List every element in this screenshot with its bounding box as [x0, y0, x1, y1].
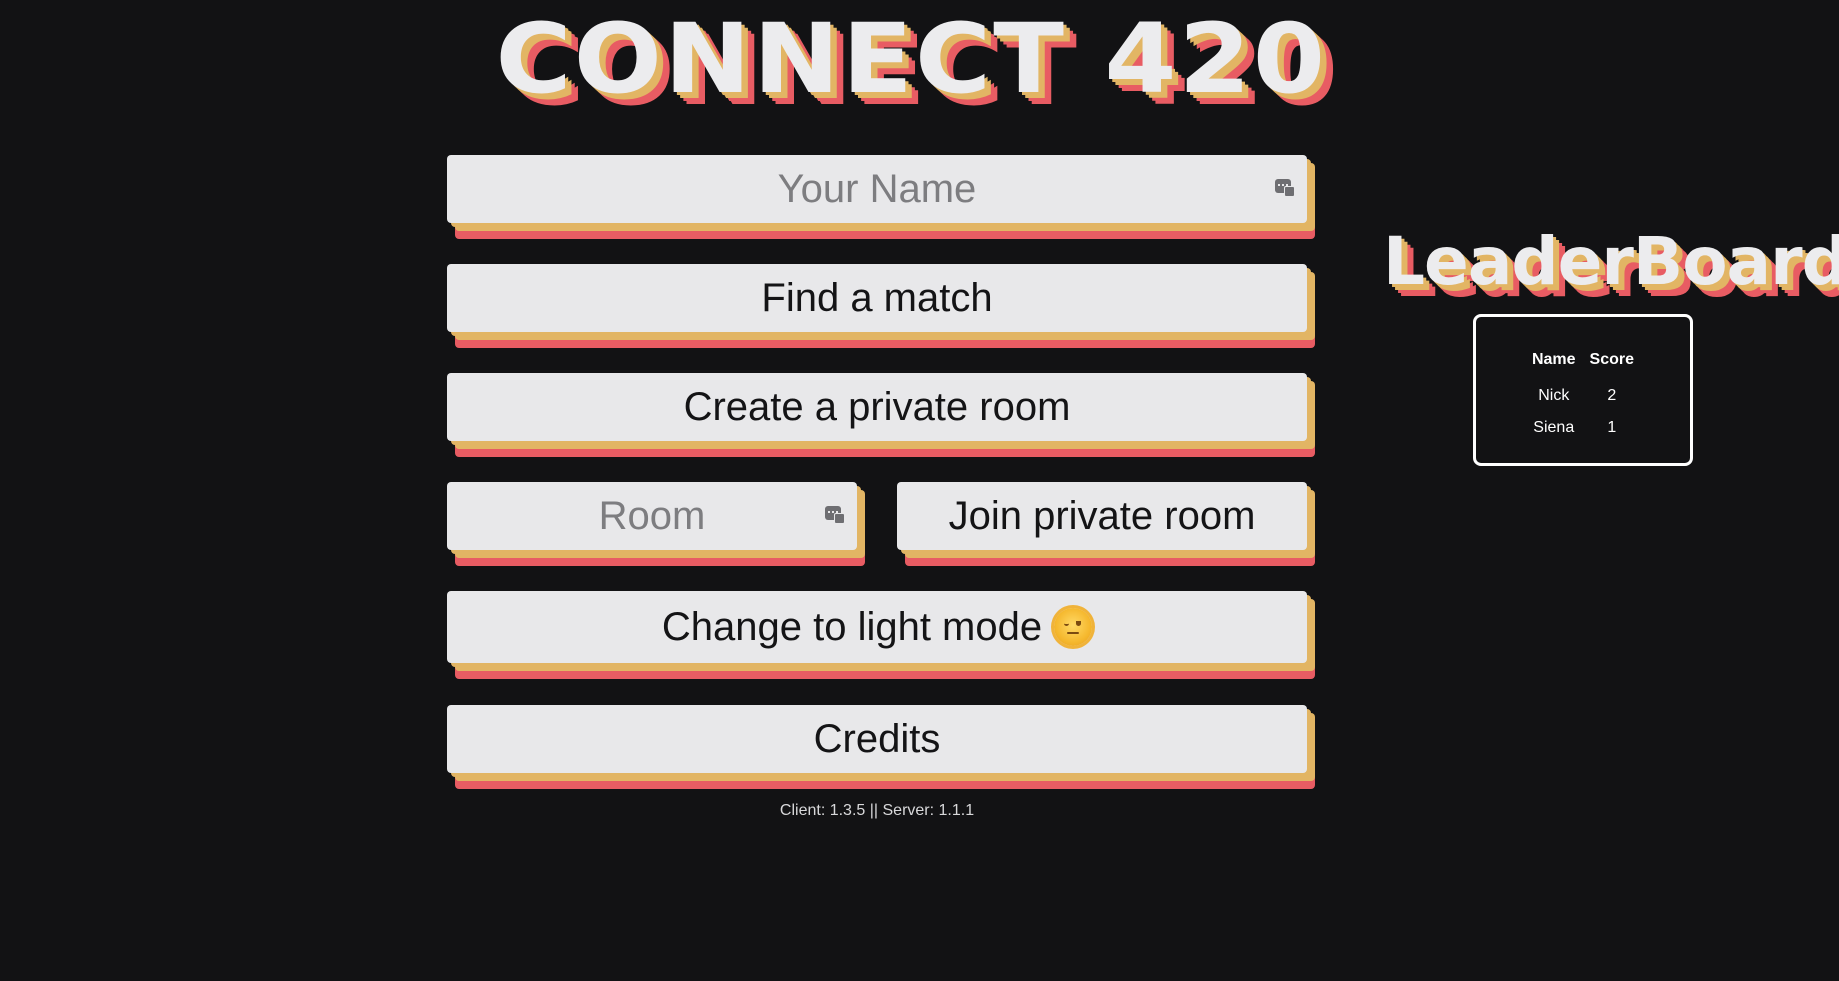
- sun-face-icon: [1054, 608, 1093, 646]
- name-input[interactable]: [447, 155, 1307, 223]
- credits-button[interactable]: Credits: [447, 705, 1307, 773]
- room-input[interactable]: [447, 482, 857, 550]
- create-private-room-button[interactable]: Create a private room: [447, 373, 1307, 441]
- light-mode-label: Change to light mode: [661, 604, 1043, 649]
- leaderboard-player-name: Siena: [1533, 419, 1575, 436]
- leaderboard-player-score: 1: [1607, 419, 1617, 436]
- leaderboard-header-row: Name Score: [1525, 348, 1641, 380]
- leaderboard-table: Name Score Nick 2 Siena 1: [1525, 348, 1641, 444]
- leaderboard-player-score: 2: [1607, 387, 1617, 404]
- light-mode-button[interactable]: Change to light mode: [447, 591, 1307, 663]
- leaderboard-row: Siena 1: [1525, 412, 1641, 444]
- join-private-room-button[interactable]: Join private room: [897, 482, 1307, 550]
- leaderboard-row: Nick 2: [1525, 380, 1641, 412]
- password-manager-icon[interactable]: [825, 506, 845, 524]
- game-title: CONNECT 420: [495, 3, 1328, 115]
- leaderboard-panel: Name Score Nick 2 Siena 1: [1473, 314, 1693, 466]
- version-info: Client: 1.3.5 || Server: 1.1.1: [779, 802, 975, 819]
- find-match-button[interactable]: Find a match: [447, 264, 1307, 332]
- name-input-wrapper[interactable]: [447, 155, 1307, 223]
- leaderboard-player-name: Nick: [1538, 387, 1570, 404]
- leaderboard-title: LeaderBoard: [1383, 223, 1839, 300]
- leaderboard-header-name: Name: [1531, 351, 1576, 368]
- room-input-wrapper[interactable]: [447, 482, 857, 550]
- password-manager-icon[interactable]: [1275, 179, 1295, 197]
- leaderboard-header-score: Score: [1589, 351, 1635, 368]
